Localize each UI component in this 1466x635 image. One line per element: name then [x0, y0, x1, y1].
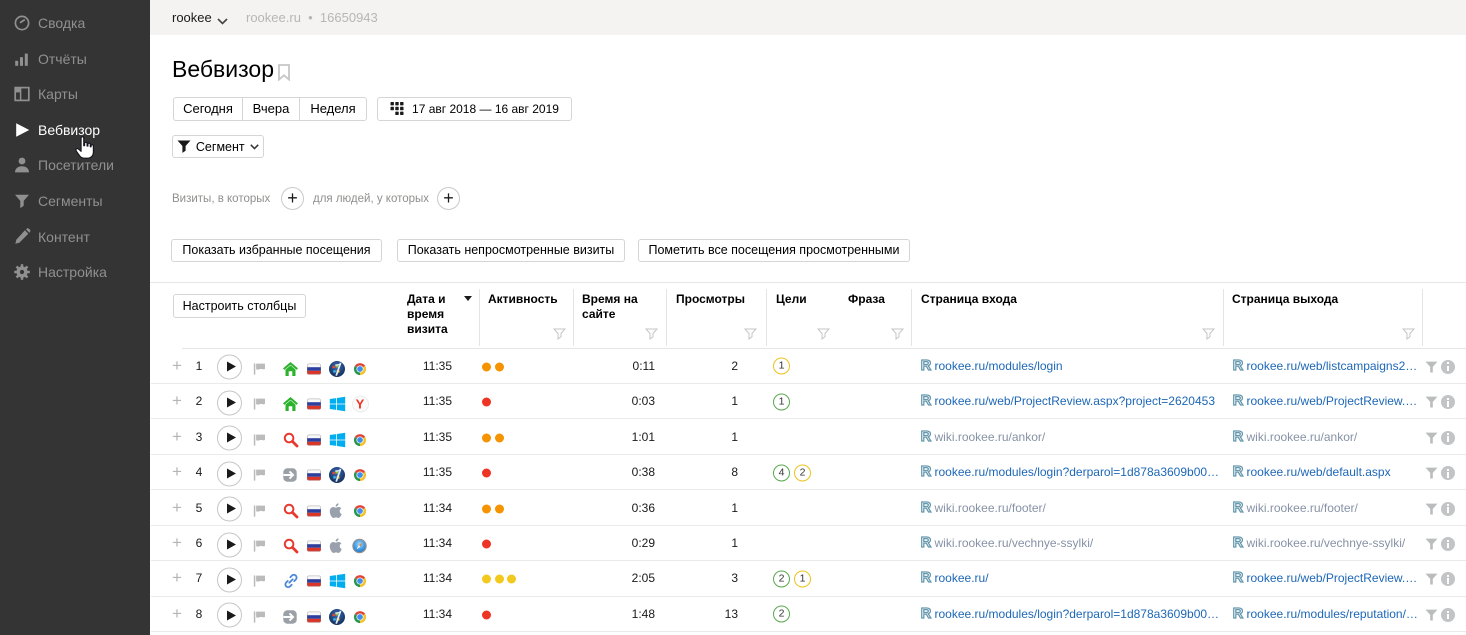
svg-text:R: R	[921, 393, 932, 408]
svg-text:R: R	[921, 606, 932, 621]
svg-text:R: R	[1233, 500, 1244, 515]
svg-text:R: R	[1233, 464, 1244, 479]
svg-text:R: R	[921, 464, 932, 479]
svg-text:R: R	[1233, 393, 1244, 408]
svg-text:R: R	[921, 500, 932, 515]
svg-text:R: R	[921, 429, 932, 444]
svg-text:R: R	[921, 358, 932, 373]
svg-text:R: R	[921, 570, 932, 585]
svg-text:R: R	[1233, 358, 1244, 373]
svg-text:R: R	[1233, 570, 1244, 585]
svg-text:R: R	[921, 535, 932, 550]
svg-text:R: R	[1233, 606, 1244, 621]
svg-text:R: R	[1233, 429, 1244, 444]
svg-text:R: R	[1233, 535, 1244, 550]
